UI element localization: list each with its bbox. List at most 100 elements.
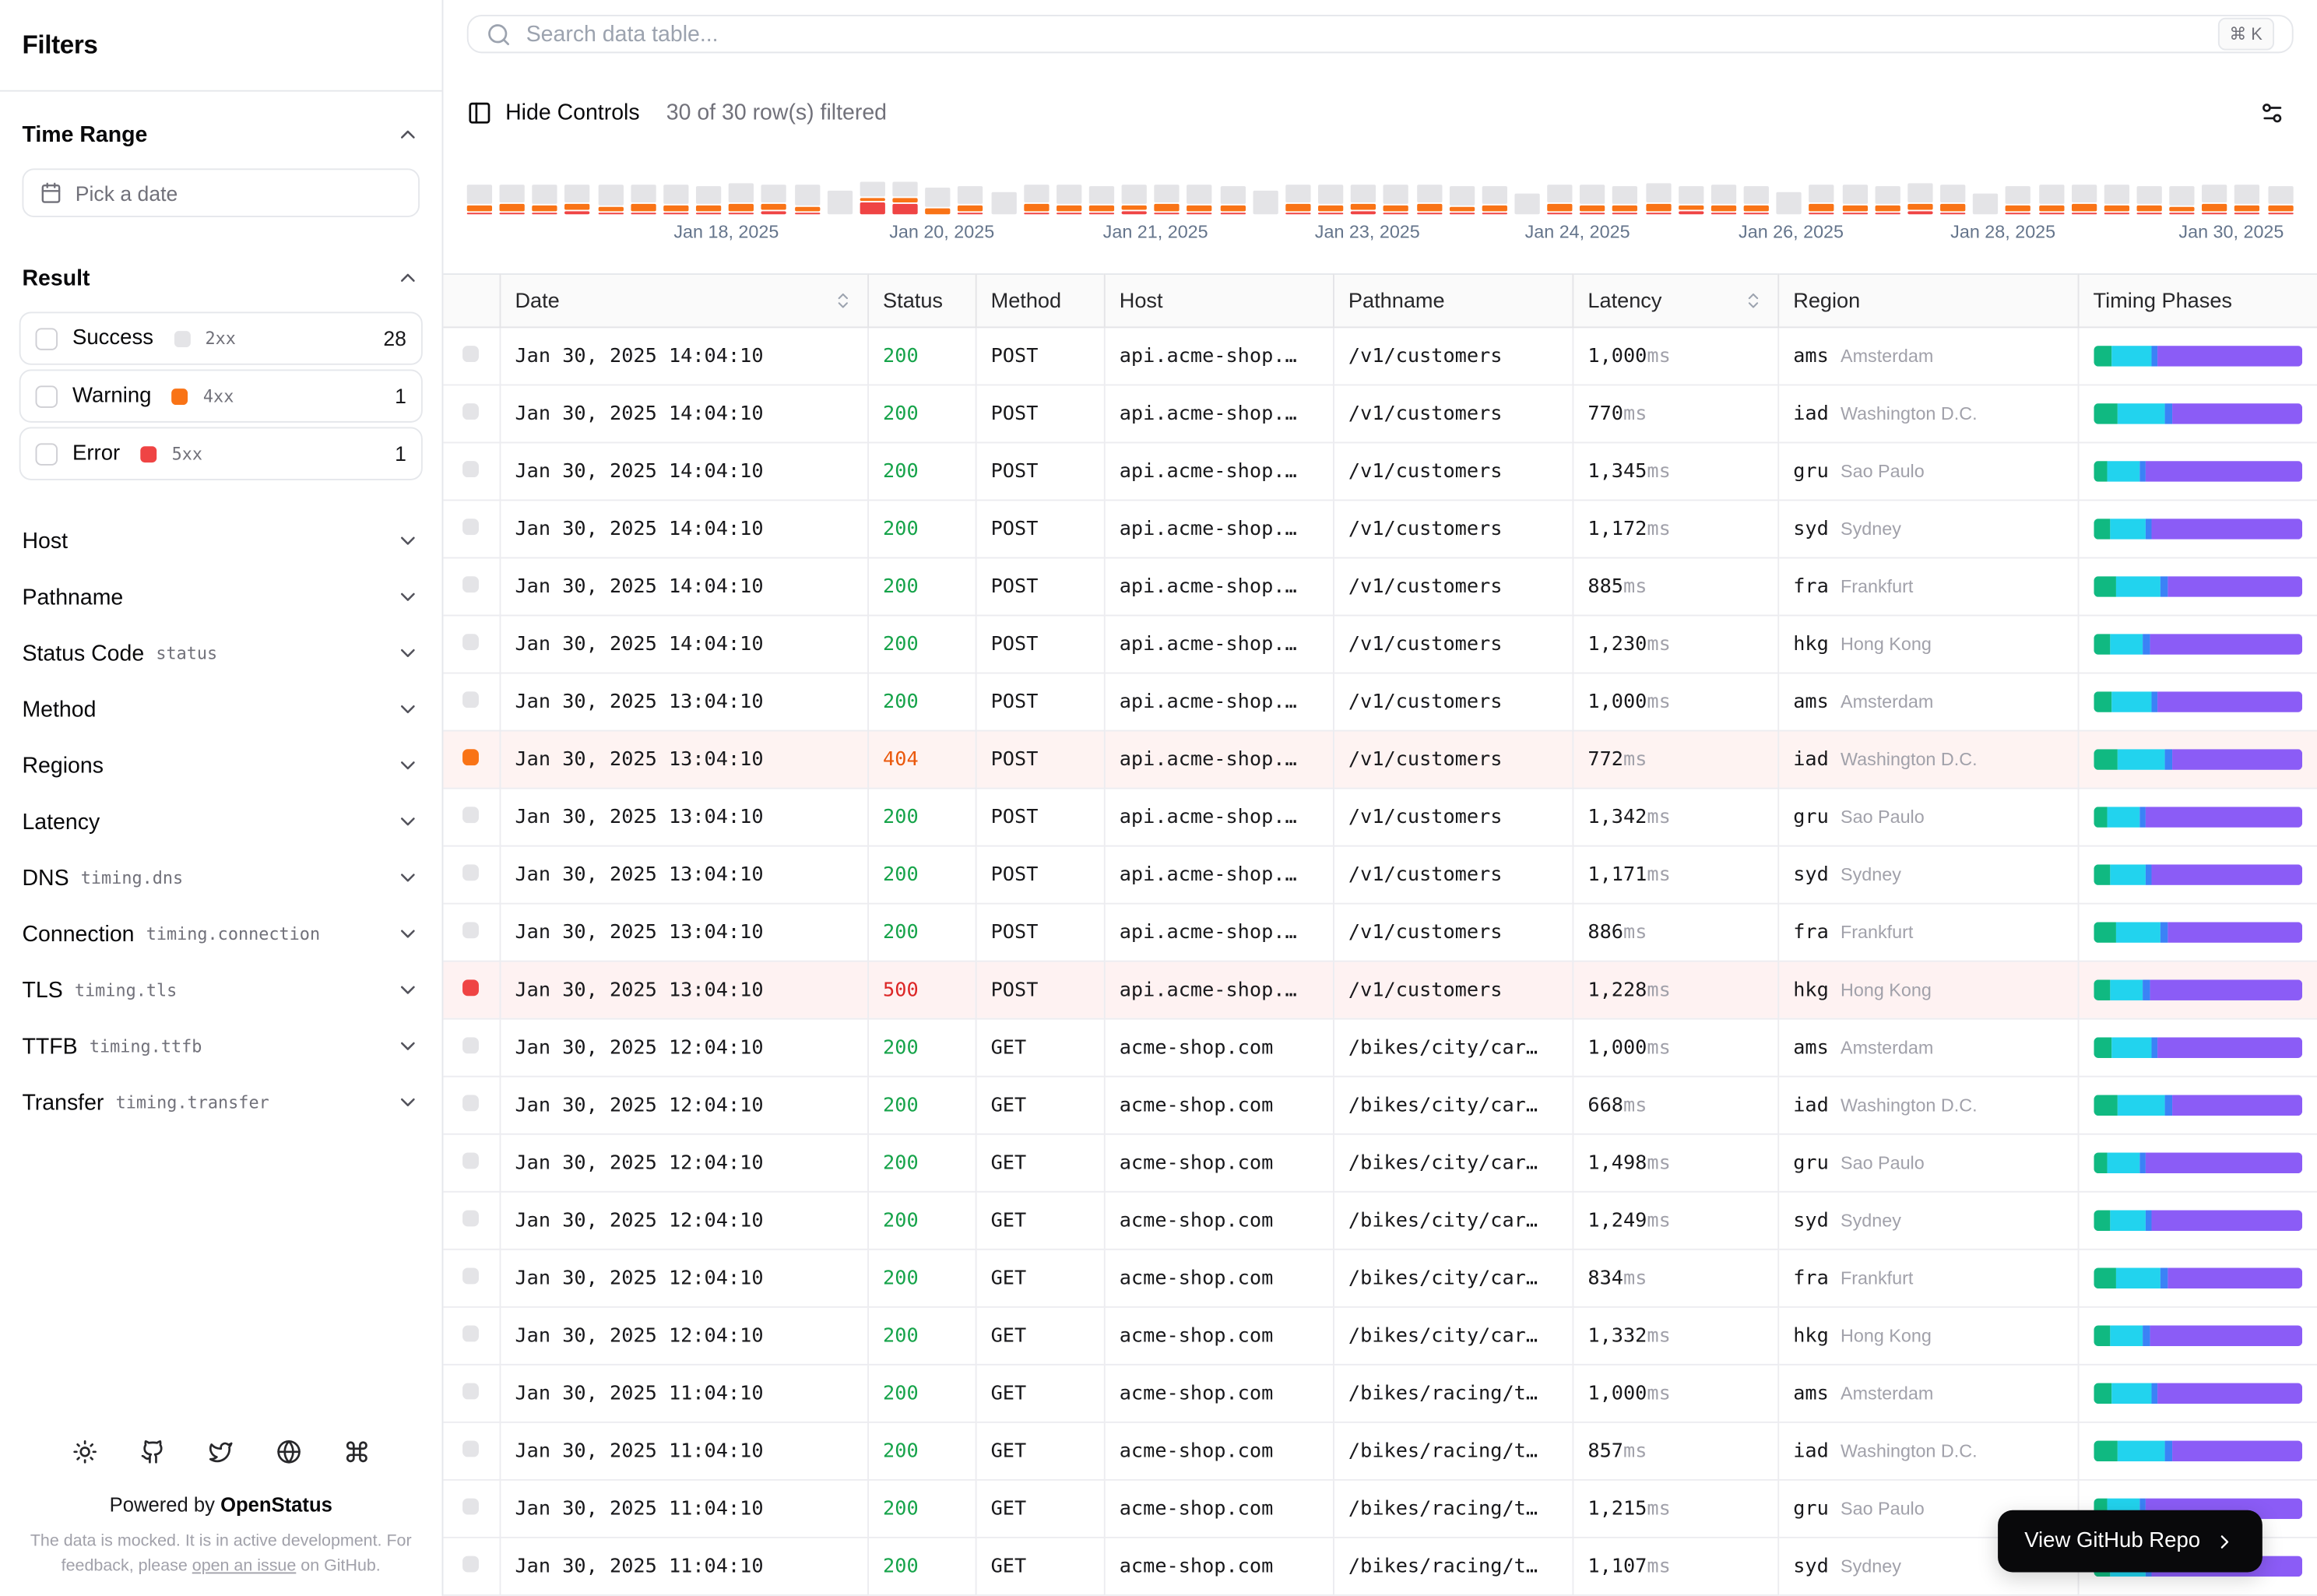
cell-method: POST xyxy=(975,673,1105,732)
result-option-error[interactable]: Error 5xx 1 xyxy=(19,427,423,480)
search-input[interactable] xyxy=(526,21,2203,47)
table-row[interactable]: Jan 30, 2025 12:04:10 200 GET acme-shop.com… xyxy=(443,1018,2317,1077)
table-row[interactable]: Jan 30, 2025 14:04:10 200 POST api.acme-sho… xyxy=(443,442,2317,501)
globe-icon[interactable] xyxy=(276,1440,301,1464)
cell-select[interactable] xyxy=(443,1018,501,1077)
table-row[interactable]: Jan 30, 2025 13:04:10 200 POST api.acme-sho… xyxy=(443,845,2317,905)
cell-latency: 1,000ms xyxy=(1572,673,1779,732)
sidebar-section-connection[interactable]: Connection timing.connection xyxy=(0,905,442,961)
sidebar-section-host[interactable]: Host xyxy=(0,513,442,569)
sidebar-header: Filters xyxy=(0,0,442,92)
github-icon[interactable] xyxy=(140,1440,165,1464)
cell-select[interactable] xyxy=(443,730,501,789)
timing-segment-tls xyxy=(2160,576,2169,597)
cell-select[interactable] xyxy=(443,1364,501,1423)
cell-select[interactable] xyxy=(443,442,501,501)
cell-select[interactable] xyxy=(443,500,501,559)
cell-select[interactable] xyxy=(443,1134,501,1193)
table-row[interactable]: Jan 30, 2025 13:04:10 404 POST api.acme-sho… xyxy=(443,730,2317,789)
table-row[interactable]: Jan 30, 2025 12:04:10 200 GET acme-shop.com… xyxy=(443,1134,2317,1193)
open-issue-link[interactable]: open an issue xyxy=(192,1557,297,1575)
success-segment xyxy=(892,181,918,197)
table-row[interactable]: Jan 30, 2025 13:04:10 200 POST api.acme-sho… xyxy=(443,673,2317,732)
cell-select[interactable] xyxy=(443,961,501,1020)
result-section-header[interactable]: Result xyxy=(22,258,420,297)
table-row[interactable]: Jan 30, 2025 12:04:10 200 GET acme-shop.com… xyxy=(443,1249,2317,1308)
timing-phases-bar xyxy=(2093,979,2303,1000)
table-row[interactable]: Jan 30, 2025 13:04:10 200 POST api.acme-sho… xyxy=(443,788,2317,847)
result-option-warning[interactable]: Warning 4xx 1 xyxy=(19,369,423,423)
cell-select[interactable] xyxy=(443,557,501,617)
cell-select[interactable] xyxy=(443,615,501,674)
sidebar-section-method[interactable]: Method xyxy=(0,681,442,737)
table-row[interactable]: Jan 30, 2025 13:04:10 500 POST api.acme-sho… xyxy=(443,961,2317,1020)
sun-icon[interactable] xyxy=(72,1440,97,1464)
cell-select[interactable] xyxy=(443,1306,501,1366)
success-segment xyxy=(631,185,656,203)
cell-select[interactable] xyxy=(443,1191,501,1250)
cell-select[interactable] xyxy=(443,1537,501,1596)
timing-segment-ttfb xyxy=(2157,691,2303,712)
table-row[interactable]: Jan 30, 2025 12:04:10 200 GET acme-shop.com… xyxy=(443,1306,2317,1366)
sidebar-section-regions[interactable]: Regions xyxy=(0,737,442,793)
checkbox[interactable] xyxy=(35,442,58,465)
table-row[interactable]: Jan 30, 2025 12:04:10 200 GET acme-shop.com… xyxy=(443,1191,2317,1250)
table-row[interactable]: Jan 30, 2025 14:04:10 200 POST api.acme-sho… xyxy=(443,385,2317,444)
success-segment xyxy=(1154,185,1180,203)
header-region: Region xyxy=(1777,274,2079,329)
cell-select[interactable] xyxy=(443,385,501,444)
date-picker-button[interactable]: Pick a date xyxy=(22,168,420,218)
command-icon[interactable] xyxy=(344,1440,369,1464)
cell-select[interactable] xyxy=(443,1479,501,1538)
twitter-icon[interactable] xyxy=(209,1440,234,1464)
table-row[interactable]: Jan 30, 2025 14:04:10 200 POST api.acme-sho… xyxy=(443,615,2317,674)
sidebar-section-status-code[interactable]: Status Code status xyxy=(0,625,442,681)
cell-select[interactable] xyxy=(443,788,501,847)
header-latency[interactable]: Latency xyxy=(1572,274,1779,329)
chevron-down-icon xyxy=(396,922,420,945)
table-row[interactable]: Jan 30, 2025 11:04:10 200 GET acme-shop.com… xyxy=(443,1364,2317,1423)
cell-date: Jan 30, 2025 11:04:10 xyxy=(499,1479,869,1538)
hide-controls-button[interactable]: Hide Controls xyxy=(467,100,640,125)
cell-status: 200 xyxy=(867,1134,976,1193)
success-segment xyxy=(1253,190,1278,215)
cell-timing-phases xyxy=(2077,385,2317,444)
sidebar-section-ttfb[interactable]: TTFB timing.ttfb xyxy=(0,1018,442,1074)
section-label: Regions xyxy=(22,753,104,779)
cell-select[interactable] xyxy=(443,1422,501,1481)
column-label: Method xyxy=(990,289,1062,313)
openstatus-link[interactable]: OpenStatus xyxy=(220,1494,332,1516)
result-option-success[interactable]: Success 2xx 28 xyxy=(19,311,423,365)
cell-status: 200 xyxy=(867,442,976,501)
sidebar-section-latency[interactable]: Latency xyxy=(0,793,442,849)
header-host: Host xyxy=(1103,274,1334,329)
view-options-button[interactable] xyxy=(2249,90,2294,135)
sidebar-section-transfer[interactable]: Transfer timing.transfer xyxy=(0,1074,442,1130)
checkbox[interactable] xyxy=(35,385,58,407)
panel-left-icon xyxy=(467,100,492,125)
timing-phases-bar xyxy=(2093,346,2303,367)
table-row[interactable]: Jan 30, 2025 12:04:10 200 GET acme-shop.com… xyxy=(443,1076,2317,1135)
cell-select[interactable] xyxy=(443,903,501,962)
table-row[interactable]: Jan 30, 2025 13:04:10 200 POST api.acme-sho… xyxy=(443,903,2317,962)
table-row[interactable]: Jan 30, 2025 11:04:10 200 GET acme-shop.com… xyxy=(443,1422,2317,1481)
table-row[interactable]: Jan 30, 2025 14:04:10 200 POST api.acme-sho… xyxy=(443,327,2317,386)
table-row[interactable]: Jan 30, 2025 14:04:10 200 POST api.acme-sho… xyxy=(443,500,2317,559)
sidebar-section-pathname[interactable]: Pathname xyxy=(0,569,442,625)
sidebar-section-dns[interactable]: DNS timing.dns xyxy=(0,849,442,905)
cell-select[interactable] xyxy=(443,1249,501,1308)
sidebar-section-tls[interactable]: TLS timing.tls xyxy=(0,962,442,1018)
time-range-section-header[interactable]: Time Range xyxy=(22,115,420,153)
cell-select[interactable] xyxy=(443,845,501,905)
cell-timing-phases xyxy=(2077,1076,2317,1135)
table-row[interactable]: Jan 30, 2025 14:04:10 200 POST api.acme-sho… xyxy=(443,557,2317,617)
view-github-repo-button[interactable]: View GitHub Repo xyxy=(1998,1510,2263,1573)
cell-select[interactable] xyxy=(443,673,501,732)
cell-date: Jan 30, 2025 14:04:10 xyxy=(499,442,869,501)
header-date[interactable]: Date xyxy=(499,274,869,329)
checkbox[interactable] xyxy=(35,327,58,350)
region-city: Sydney xyxy=(1841,1555,1901,1577)
cell-select[interactable] xyxy=(443,327,501,386)
cell-latency: 1,249ms xyxy=(1572,1191,1779,1250)
cell-select[interactable] xyxy=(443,1076,501,1135)
